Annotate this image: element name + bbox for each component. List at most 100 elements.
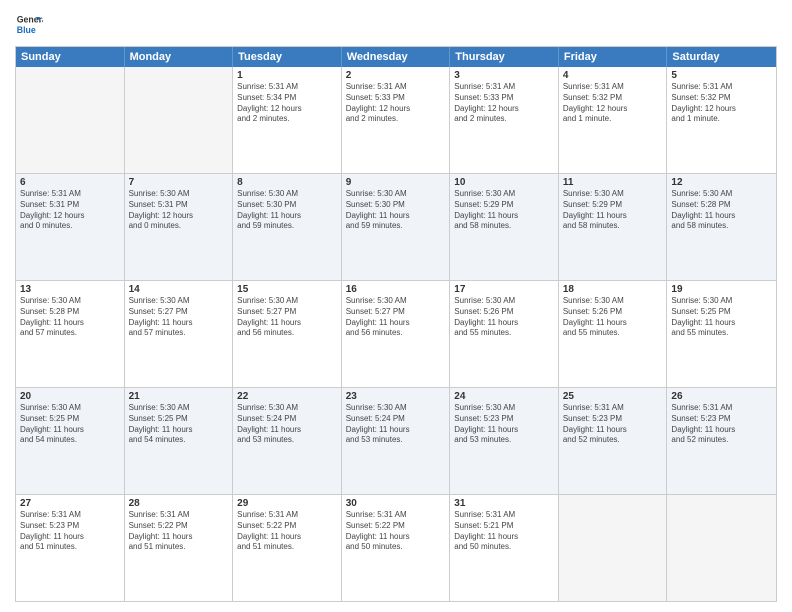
cell-info-text: Sunrise: 5:30 AM Sunset: 5:29 PM Dayligh…	[563, 189, 663, 232]
calendar-cell-3-0: 20Sunrise: 5:30 AM Sunset: 5:25 PM Dayli…	[16, 388, 125, 494]
cell-day-number: 29	[237, 498, 337, 509]
calendar-cell-1-2: 8Sunrise: 5:30 AM Sunset: 5:30 PM Daylig…	[233, 174, 342, 280]
cell-info-text: Sunrise: 5:31 AM Sunset: 5:31 PM Dayligh…	[20, 189, 120, 232]
calendar-cell-1-6: 12Sunrise: 5:30 AM Sunset: 5:28 PM Dayli…	[667, 174, 776, 280]
cell-day-number: 31	[454, 498, 554, 509]
calendar-cell-4-2: 29Sunrise: 5:31 AM Sunset: 5:22 PM Dayli…	[233, 495, 342, 601]
header-day-thursday: Thursday	[450, 47, 559, 67]
cell-day-number: 2	[346, 70, 446, 81]
calendar-cell-4-4: 31Sunrise: 5:31 AM Sunset: 5:21 PM Dayli…	[450, 495, 559, 601]
cell-info-text: Sunrise: 5:30 AM Sunset: 5:24 PM Dayligh…	[346, 403, 446, 446]
cell-info-text: Sunrise: 5:31 AM Sunset: 5:22 PM Dayligh…	[346, 510, 446, 553]
cell-info-text: Sunrise: 5:30 AM Sunset: 5:24 PM Dayligh…	[237, 403, 337, 446]
cell-day-number: 24	[454, 391, 554, 402]
calendar-cell-2-3: 16Sunrise: 5:30 AM Sunset: 5:27 PM Dayli…	[342, 281, 451, 387]
cell-day-number: 27	[20, 498, 120, 509]
cell-day-number: 6	[20, 177, 120, 188]
cell-day-number: 7	[129, 177, 229, 188]
calendar-cell-3-1: 21Sunrise: 5:30 AM Sunset: 5:25 PM Dayli…	[125, 388, 234, 494]
cell-day-number: 13	[20, 284, 120, 295]
cell-info-text: Sunrise: 5:30 AM Sunset: 5:30 PM Dayligh…	[237, 189, 337, 232]
cell-info-text: Sunrise: 5:30 AM Sunset: 5:26 PM Dayligh…	[563, 296, 663, 339]
calendar-cell-3-4: 24Sunrise: 5:30 AM Sunset: 5:23 PM Dayli…	[450, 388, 559, 494]
cell-day-number: 14	[129, 284, 229, 295]
cell-day-number: 26	[671, 391, 772, 402]
calendar-row-2: 13Sunrise: 5:30 AM Sunset: 5:28 PM Dayli…	[16, 280, 776, 387]
cell-day-number: 12	[671, 177, 772, 188]
cell-info-text: Sunrise: 5:30 AM Sunset: 5:27 PM Dayligh…	[346, 296, 446, 339]
calendar-cell-0-5: 4Sunrise: 5:31 AM Sunset: 5:32 PM Daylig…	[559, 67, 668, 173]
cell-day-number: 8	[237, 177, 337, 188]
calendar-body: 1Sunrise: 5:31 AM Sunset: 5:34 PM Daylig…	[16, 67, 776, 601]
cell-info-text: Sunrise: 5:31 AM Sunset: 5:32 PM Dayligh…	[671, 82, 772, 125]
svg-text:Blue: Blue	[17, 25, 36, 35]
header-day-tuesday: Tuesday	[233, 47, 342, 67]
cell-info-text: Sunrise: 5:30 AM Sunset: 5:27 PM Dayligh…	[129, 296, 229, 339]
cell-info-text: Sunrise: 5:31 AM Sunset: 5:21 PM Dayligh…	[454, 510, 554, 553]
calendar-cell-3-2: 22Sunrise: 5:30 AM Sunset: 5:24 PM Dayli…	[233, 388, 342, 494]
cell-info-text: Sunrise: 5:30 AM Sunset: 5:31 PM Dayligh…	[129, 189, 229, 232]
cell-day-number: 18	[563, 284, 663, 295]
cell-day-number: 1	[237, 70, 337, 81]
calendar-cell-1-5: 11Sunrise: 5:30 AM Sunset: 5:29 PM Dayli…	[559, 174, 668, 280]
cell-day-number: 3	[454, 70, 554, 81]
cell-day-number: 11	[563, 177, 663, 188]
cell-day-number: 22	[237, 391, 337, 402]
cell-info-text: Sunrise: 5:30 AM Sunset: 5:23 PM Dayligh…	[454, 403, 554, 446]
cell-day-number: 15	[237, 284, 337, 295]
cell-info-text: Sunrise: 5:31 AM Sunset: 5:23 PM Dayligh…	[671, 403, 772, 446]
cell-info-text: Sunrise: 5:31 AM Sunset: 5:33 PM Dayligh…	[346, 82, 446, 125]
calendar-cell-0-2: 1Sunrise: 5:31 AM Sunset: 5:34 PM Daylig…	[233, 67, 342, 173]
calendar-cell-1-0: 6Sunrise: 5:31 AM Sunset: 5:31 PM Daylig…	[16, 174, 125, 280]
cell-info-text: Sunrise: 5:30 AM Sunset: 5:29 PM Dayligh…	[454, 189, 554, 232]
calendar-cell-2-0: 13Sunrise: 5:30 AM Sunset: 5:28 PM Dayli…	[16, 281, 125, 387]
cell-day-number: 4	[563, 70, 663, 81]
cell-info-text: Sunrise: 5:30 AM Sunset: 5:30 PM Dayligh…	[346, 189, 446, 232]
calendar-cell-2-1: 14Sunrise: 5:30 AM Sunset: 5:27 PM Dayli…	[125, 281, 234, 387]
calendar-row-1: 6Sunrise: 5:31 AM Sunset: 5:31 PM Daylig…	[16, 173, 776, 280]
cell-info-text: Sunrise: 5:30 AM Sunset: 5:28 PM Dayligh…	[671, 189, 772, 232]
calendar-cell-4-1: 28Sunrise: 5:31 AM Sunset: 5:22 PM Dayli…	[125, 495, 234, 601]
cell-day-number: 19	[671, 284, 772, 295]
calendar-cell-1-4: 10Sunrise: 5:30 AM Sunset: 5:29 PM Dayli…	[450, 174, 559, 280]
calendar: SundayMondayTuesdayWednesdayThursdayFrid…	[15, 46, 777, 602]
cell-info-text: Sunrise: 5:30 AM Sunset: 5:26 PM Dayligh…	[454, 296, 554, 339]
cell-day-number: 25	[563, 391, 663, 402]
calendar-cell-3-6: 26Sunrise: 5:31 AM Sunset: 5:23 PM Dayli…	[667, 388, 776, 494]
calendar-cell-0-6: 5Sunrise: 5:31 AM Sunset: 5:32 PM Daylig…	[667, 67, 776, 173]
cell-day-number: 21	[129, 391, 229, 402]
cell-info-text: Sunrise: 5:31 AM Sunset: 5:23 PM Dayligh…	[563, 403, 663, 446]
cell-day-number: 20	[20, 391, 120, 402]
header-day-sunday: Sunday	[16, 47, 125, 67]
calendar-row-3: 20Sunrise: 5:30 AM Sunset: 5:25 PM Dayli…	[16, 387, 776, 494]
header-day-monday: Monday	[125, 47, 234, 67]
calendar-header: SundayMondayTuesdayWednesdayThursdayFrid…	[16, 47, 776, 67]
cell-info-text: Sunrise: 5:31 AM Sunset: 5:22 PM Dayligh…	[129, 510, 229, 553]
cell-day-number: 10	[454, 177, 554, 188]
calendar-cell-4-3: 30Sunrise: 5:31 AM Sunset: 5:22 PM Dayli…	[342, 495, 451, 601]
cell-day-number: 28	[129, 498, 229, 509]
calendar-cell-1-1: 7Sunrise: 5:30 AM Sunset: 5:31 PM Daylig…	[125, 174, 234, 280]
cell-day-number: 9	[346, 177, 446, 188]
cell-day-number: 16	[346, 284, 446, 295]
header-day-friday: Friday	[559, 47, 668, 67]
cell-info-text: Sunrise: 5:31 AM Sunset: 5:23 PM Dayligh…	[20, 510, 120, 553]
calendar-cell-3-5: 25Sunrise: 5:31 AM Sunset: 5:23 PM Dayli…	[559, 388, 668, 494]
cell-day-number: 17	[454, 284, 554, 295]
header-day-saturday: Saturday	[667, 47, 776, 67]
page-header: General Blue	[15, 10, 777, 38]
calendar-row-4: 27Sunrise: 5:31 AM Sunset: 5:23 PM Dayli…	[16, 494, 776, 601]
cell-info-text: Sunrise: 5:30 AM Sunset: 5:25 PM Dayligh…	[129, 403, 229, 446]
cell-info-text: Sunrise: 5:31 AM Sunset: 5:33 PM Dayligh…	[454, 82, 554, 125]
cell-info-text: Sunrise: 5:31 AM Sunset: 5:34 PM Dayligh…	[237, 82, 337, 125]
calendar-cell-0-3: 2Sunrise: 5:31 AM Sunset: 5:33 PM Daylig…	[342, 67, 451, 173]
calendar-cell-2-4: 17Sunrise: 5:30 AM Sunset: 5:26 PM Dayli…	[450, 281, 559, 387]
cell-info-text: Sunrise: 5:30 AM Sunset: 5:28 PM Dayligh…	[20, 296, 120, 339]
cell-info-text: Sunrise: 5:30 AM Sunset: 5:27 PM Dayligh…	[237, 296, 337, 339]
calendar-cell-2-6: 19Sunrise: 5:30 AM Sunset: 5:25 PM Dayli…	[667, 281, 776, 387]
cell-info-text: Sunrise: 5:30 AM Sunset: 5:25 PM Dayligh…	[20, 403, 120, 446]
cell-day-number: 5	[671, 70, 772, 81]
calendar-cell-3-3: 23Sunrise: 5:30 AM Sunset: 5:24 PM Dayli…	[342, 388, 451, 494]
cell-day-number: 23	[346, 391, 446, 402]
cell-info-text: Sunrise: 5:31 AM Sunset: 5:22 PM Dayligh…	[237, 510, 337, 553]
